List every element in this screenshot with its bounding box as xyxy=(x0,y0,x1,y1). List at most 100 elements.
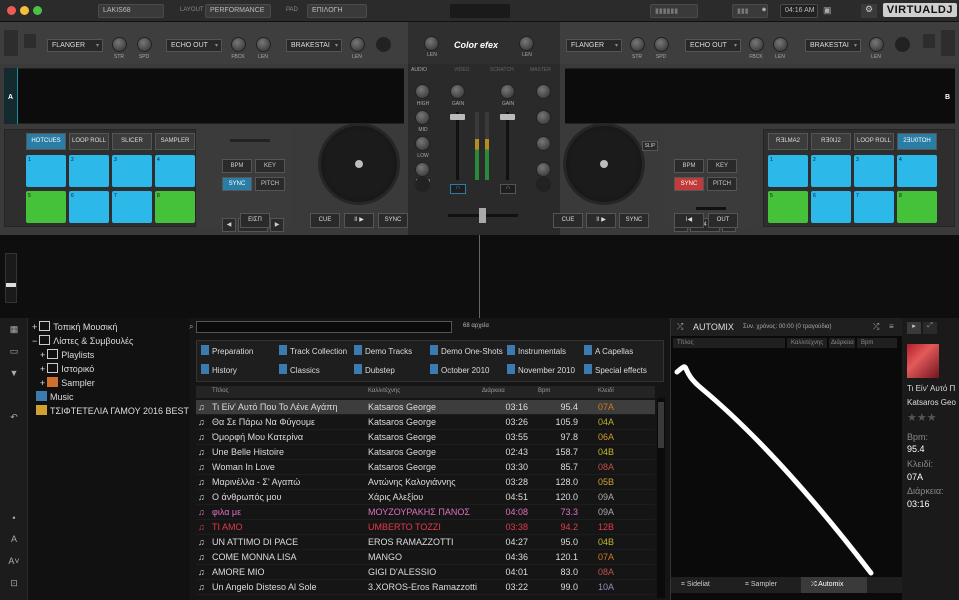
folder-demo-tracks[interactable]: Demo Tracks xyxy=(354,345,412,361)
mixer-left-gain-knob[interactable] xyxy=(415,84,430,99)
right-mixer-toggle-icon[interactable] xyxy=(941,30,955,56)
table-row[interactable]: ♫ φιλα με ΜΟΥΖΟΥΡΑΚΗΣ ΠΑΝΟΣ 04:08 73.3 09A xyxy=(196,505,655,520)
mixer-tab-master[interactable]: MASTER xyxy=(530,67,551,73)
left-mixer-toggle-icon[interactable] xyxy=(4,30,18,56)
column-duration[interactable]: Διάρκεια xyxy=(482,388,505,394)
right-pad-8[interactable]: 8 xyxy=(897,191,937,223)
left-len-knob[interactable] xyxy=(256,37,271,52)
table-row[interactable]: ♫ TI AMO UMBERTO TOZZI 03:38 94.2 12B xyxy=(196,520,655,535)
mixer-left-volume-fader[interactable] xyxy=(450,114,465,120)
mixer-left-mid-knob[interactable] xyxy=(415,136,430,151)
table-row[interactable]: ♫ Θα Σε Πάρω Να Φύγουμε Katsaros George 03:… xyxy=(196,415,655,430)
right-spd-knob[interactable] xyxy=(654,37,669,52)
pad-mode-select[interactable]: ΕΠΙΛΟΓΗ xyxy=(307,4,367,18)
left-fx3-len-knob[interactable] xyxy=(350,37,365,52)
settings-gear-icon[interactable]: ⚙ xyxy=(861,4,877,18)
shuffle-icon[interactable]: ⤮ xyxy=(677,322,683,332)
broadcast-icon[interactable]: ▣ xyxy=(823,5,832,16)
left-pad-1[interactable]: 1 xyxy=(26,155,66,187)
column-bpm[interactable]: Bpm xyxy=(538,388,550,394)
left-key-button[interactable]: KEY xyxy=(255,159,285,173)
right-fx3-len-knob[interactable] xyxy=(869,37,884,52)
table-row[interactable]: ♫ Μαρινέλλα - Σ' Αγαπώ Αντώνης Καλογιάννης… xyxy=(196,475,655,490)
right-fx-power-knob[interactable] xyxy=(895,37,910,52)
mixer-tab-scratch[interactable]: SCRATCH xyxy=(490,67,514,73)
tree-item-music[interactable]: Music xyxy=(36,391,74,405)
close-window-icon[interactable] xyxy=(7,6,16,15)
mixer-right-headphones-icon[interactable]: ∩ xyxy=(500,184,516,194)
maximize-window-icon[interactable] xyxy=(33,6,42,15)
layout-select[interactable]: PERFORMANCE xyxy=(205,4,271,18)
left-pad-8[interactable]: 8 xyxy=(155,191,195,223)
right-fx2-select[interactable]: ECHO OUT xyxy=(685,39,741,52)
mixer-right-len-knob[interactable] xyxy=(519,36,534,51)
info-expand-icon[interactable]: ⤢ xyxy=(923,322,937,334)
right-sync-transport-button[interactable]: SYNC xyxy=(619,213,649,228)
automix-column-bpm[interactable]: Bpm xyxy=(857,338,897,348)
left-pad-2[interactable]: 2 xyxy=(69,155,109,187)
undo-icon[interactable]: ↶ xyxy=(7,412,21,424)
left-loop-button[interactable]: ΕΙΣΠ xyxy=(240,213,270,228)
right-pad-2[interactable]: 2 xyxy=(811,155,851,187)
left-sync-transport-button[interactable]: SYNC xyxy=(378,213,408,228)
folder-history[interactable]: History xyxy=(201,364,237,380)
scrollbar-thumb[interactable] xyxy=(658,402,664,448)
column-title[interactable]: Τίτλος xyxy=(212,388,229,394)
right-slip-button[interactable]: SLIP xyxy=(642,141,658,151)
master-volume-handle[interactable] xyxy=(6,283,16,287)
mixer-left-low-knob[interactable] xyxy=(415,162,430,177)
left-sampler-button[interactable]: SAMPLER xyxy=(155,133,195,150)
left-waveform[interactable] xyxy=(4,68,404,124)
mixer-right-volume-fader[interactable] xyxy=(500,114,515,120)
automix-column-artist[interactable]: Καλλιτέχνης xyxy=(787,338,827,348)
right-str-knob[interactable] xyxy=(630,37,645,52)
right-pad-1[interactable]: 1 xyxy=(768,155,808,187)
left-fx3-select[interactable]: BRAKESTAI xyxy=(286,39,342,52)
tree-item-history[interactable]: + Ιστορικό xyxy=(40,363,94,377)
right-pad-4[interactable]: 4 xyxy=(897,155,937,187)
mixer-right-low-knob[interactable] xyxy=(536,162,551,177)
folder-classics[interactable]: Classics xyxy=(279,364,320,380)
right-pad-7[interactable]: 7 xyxy=(854,191,894,223)
right-len-knob[interactable] xyxy=(773,37,788,52)
table-row[interactable]: ♫ Un Angelo Disteso Al Sole 3.XOROS-Eros R… xyxy=(196,580,655,595)
left-fx-equalizer-icon[interactable] xyxy=(24,34,36,48)
right-mode-button-4[interactable]: 2ƎU0TOH xyxy=(897,133,937,150)
tree-item-local-music[interactable]: + Τοπική Μουσική xyxy=(32,321,117,335)
right-cue-button[interactable]: CUE xyxy=(553,213,583,228)
left-loop-half-button[interactable]: ◀ xyxy=(222,218,236,232)
right-loop-out-button[interactable]: OUT xyxy=(708,213,738,228)
layout-grid-icon[interactable] xyxy=(450,4,510,18)
folder-november-2010[interactable]: November 2010 xyxy=(507,364,575,380)
right-sync-button[interactable]: SYNC xyxy=(674,177,704,191)
dot-icon[interactable]: • xyxy=(7,513,21,525)
left-loop-double-button[interactable]: ▶ xyxy=(270,218,284,232)
right-jog-wheel[interactable] xyxy=(563,123,645,205)
automix-shuffle-icon[interactable]: ⤮ xyxy=(873,322,879,332)
table-row[interactable]: ♫ COME MONNA LISA MANGO 04:36 120.1 07A xyxy=(196,550,655,565)
mixer-right-gain-knob[interactable] xyxy=(536,84,551,99)
right-mode-button-3[interactable]: LOOP ROLL xyxy=(854,133,894,150)
record-icon[interactable]: ⏺ xyxy=(762,5,766,15)
left-loop-roll-button[interactable]: LOOP ROLL xyxy=(69,133,109,150)
mixer-right-mid-knob[interactable] xyxy=(536,136,551,151)
left-pad-6[interactable]: 6 xyxy=(69,191,109,223)
left-pad-4[interactable]: 4 xyxy=(155,155,195,187)
mixer-left-len-knob[interactable] xyxy=(424,36,439,51)
left-fbck-knob[interactable] xyxy=(231,37,246,52)
table-row[interactable]: ♫ Une Belle Histoire Katsaros George 02:43 1… xyxy=(196,445,655,460)
folder-demo-one-shots[interactable]: Demo One-Shots xyxy=(430,345,503,361)
left-fx2-select[interactable]: ECHO OUT xyxy=(166,39,222,52)
font-size-icon[interactable]: A xyxy=(7,534,21,546)
folder-a-capellas[interactable]: A Capellas xyxy=(584,345,633,361)
folder-october-2010[interactable]: October 2010 xyxy=(430,364,489,380)
mixer-tab-video[interactable]: VIDEO xyxy=(454,67,470,73)
left-jog-wheel[interactable] xyxy=(318,123,400,205)
table-row[interactable]: ♫ Όμορφή Μου Κατερίνα Katsaros George 03:55… xyxy=(196,430,655,445)
table-row[interactable]: ♫ Woman In Love Katsaros George 03:30 85.7 08… xyxy=(196,460,655,475)
right-fbck-knob[interactable] xyxy=(749,37,764,52)
minimize-window-icon[interactable] xyxy=(20,6,29,15)
left-pad-5[interactable]: 5 xyxy=(26,191,66,223)
tree-item-tsifteteleia[interactable]: ΤΣΙΦΤΕΤΕΛΙΑ ΓΑΜΟΥ 2016 BEST xyxy=(36,405,189,419)
filter-icon[interactable]: ▼ xyxy=(7,368,21,380)
